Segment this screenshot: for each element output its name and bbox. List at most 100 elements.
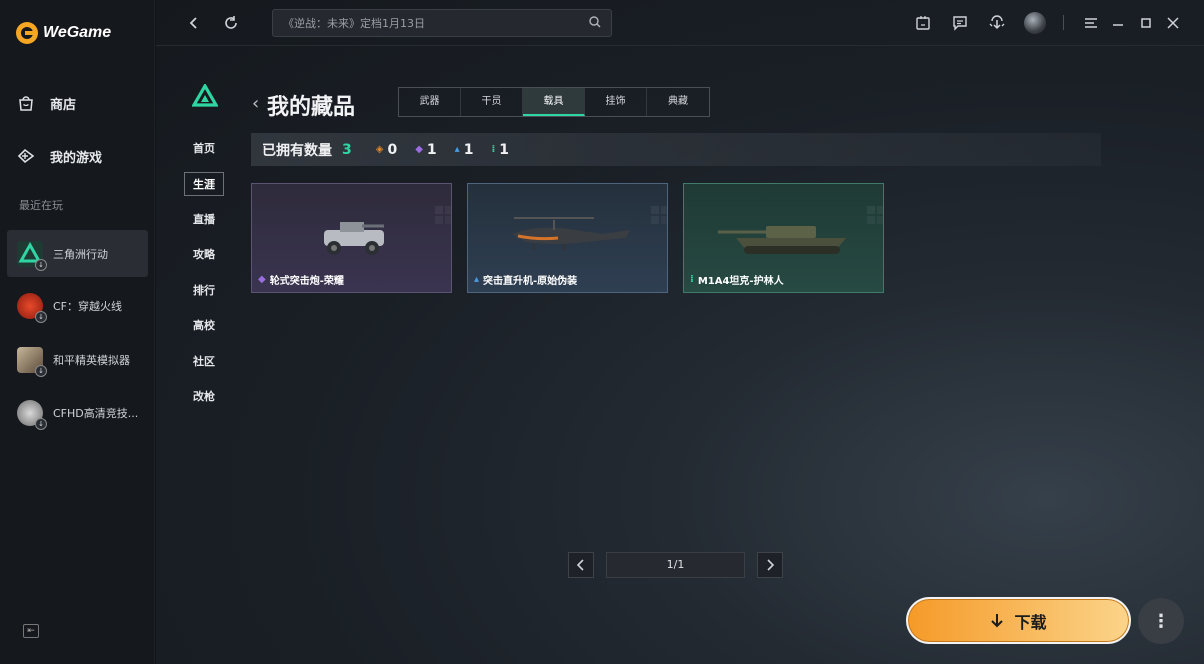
tab-vehicles[interactable]: 载具 bbox=[523, 88, 585, 116]
collection-card-m1a4-tank[interactable]: ⁞ M1A4坦克-护林人 bbox=[683, 183, 884, 293]
sidebar: WeGame 商店 我的游戏 最近在玩 ↓ 三角洲行动 ↓ CF：穿越火线 ↓ … bbox=[0, 0, 155, 664]
rarity-count-gold: ◈ 0 bbox=[376, 142, 397, 158]
game-controller-icon bbox=[16, 146, 36, 166]
page-indicator: 1/1 bbox=[606, 552, 745, 578]
card-decoration bbox=[867, 206, 875, 214]
subnav-item-ranking[interactable]: 排行 bbox=[184, 282, 224, 298]
collapse-sidebar-icon[interactable]: ⇤ bbox=[23, 624, 39, 638]
recent-section-title: 最近在玩 bbox=[19, 199, 63, 212]
close-icon[interactable] bbox=[1164, 14, 1182, 32]
page-title: 我的藏品 bbox=[267, 95, 356, 120]
recent-game-label: CFHD高清竞技... bbox=[53, 406, 139, 420]
owned-count: 3 bbox=[342, 141, 352, 158]
rarity-count-blue: ▴ 1 bbox=[455, 142, 474, 158]
owned-label: 已拥有数量 bbox=[262, 142, 332, 159]
cfhd-game-icon: ↓ bbox=[17, 399, 47, 430]
more-vertical-icon: ⋮ bbox=[1152, 610, 1170, 632]
wegame-window: WeGame 商店 我的游戏 最近在玩 ↓ 三角洲行动 ↓ CF：穿越火线 ↓ … bbox=[0, 0, 1204, 664]
tab-collectibles[interactable]: 典藏 bbox=[647, 88, 709, 116]
assault-helicopter-icon bbox=[512, 217, 630, 250]
shop-bag-icon bbox=[16, 93, 36, 113]
peace-elite-game-icon: ↓ bbox=[17, 346, 47, 377]
sidebar-item-my-games[interactable]: 我的游戏 bbox=[16, 146, 102, 166]
card-decoration bbox=[651, 206, 659, 214]
user-avatar[interactable] bbox=[1024, 12, 1046, 34]
main-content: 《逆战：未来》定档1月13日 首页 生涯 直播 攻略 排行 高校 社区 改枪 ‹… bbox=[156, 0, 1204, 664]
recent-game-delta-force[interactable]: ↓ 三角洲行动 bbox=[7, 230, 148, 277]
divider bbox=[1063, 15, 1064, 30]
sidebar-item-shop[interactable]: 商店 bbox=[16, 93, 76, 113]
chat-icon[interactable] bbox=[951, 14, 969, 32]
back-arrow-icon[interactable] bbox=[184, 13, 204, 33]
collection-card-assault-helicopter[interactable]: ▴ 突击直升机-原始伪装 bbox=[467, 183, 668, 293]
collection-tabs: 武器 干员 载具 挂饰 典藏 bbox=[398, 87, 710, 117]
rarity-count-value: 1 bbox=[463, 141, 474, 158]
subnav-item-college[interactable]: 高校 bbox=[184, 317, 224, 333]
rarity-count-purple: ◆ 1 bbox=[415, 142, 436, 158]
rarity-purple-icon: ◆ bbox=[258, 274, 266, 285]
m1a4-tank-icon bbox=[718, 226, 846, 254]
menu-icon[interactable] bbox=[1082, 14, 1100, 32]
card-label: ⁞ M1A4坦克-护林人 bbox=[690, 272, 784, 287]
rarity-gold-icon: ◈ bbox=[375, 144, 384, 155]
delta-force-logo-icon[interactable] bbox=[191, 82, 219, 108]
recent-game-cf[interactable]: ↓ CF：穿越火线 bbox=[7, 282, 148, 329]
download-button[interactable]: 下载 bbox=[906, 597, 1131, 644]
sidebar-item-label: 我的游戏 bbox=[50, 150, 103, 166]
tab-weapons[interactable]: 武器 bbox=[399, 88, 461, 116]
refresh-icon[interactable] bbox=[221, 13, 241, 33]
top-bar: 《逆战：未来》定档1月13日 bbox=[156, 0, 1204, 46]
rarity-count-value: 1 bbox=[499, 141, 509, 158]
card-name: 突击直升机-原始伪装 bbox=[483, 276, 578, 287]
search-input[interactable]: 《逆战：未来》定档1月13日 bbox=[272, 9, 612, 37]
maximize-icon[interactable] bbox=[1137, 14, 1155, 32]
minimize-icon[interactable] bbox=[1109, 14, 1127, 32]
more-options-button[interactable]: ⋮ bbox=[1138, 598, 1184, 644]
subnav-item-live[interactable]: 直播 bbox=[184, 211, 224, 227]
message-box-icon[interactable] bbox=[914, 14, 932, 32]
rarity-blue-icon: ▴ bbox=[474, 274, 480, 285]
rarity-count-green: ⁞ 1 bbox=[491, 142, 509, 158]
download-button-label: 下载 bbox=[1014, 612, 1047, 632]
prev-page-button[interactable] bbox=[568, 552, 594, 578]
next-page-button[interactable] bbox=[757, 552, 783, 578]
rarity-blue-icon: ▴ bbox=[454, 144, 460, 155]
download-badge-icon: ↓ bbox=[35, 310, 47, 323]
cf-game-icon: ↓ bbox=[17, 292, 47, 323]
wegame-logo[interactable]: WeGame bbox=[16, 22, 111, 44]
card-name: 轮式突击炮-荣耀 bbox=[269, 276, 344, 287]
search-icon[interactable] bbox=[589, 15, 601, 31]
rarity-green-icon: ⁞ bbox=[491, 144, 496, 155]
subnav-item-guide[interactable]: 攻略 bbox=[184, 246, 224, 262]
recent-game-peace-elite[interactable]: ↓ 和平精英模拟器 bbox=[7, 336, 148, 383]
recent-game-label: 和平精英模拟器 bbox=[53, 353, 130, 367]
collection-card-wheeled-assault-gun[interactable]: ◆ 轮式突击炮-荣耀 bbox=[251, 183, 452, 293]
search-placeholder: 《逆战：未来》定档1月13日 bbox=[283, 17, 425, 30]
sidebar-item-label: 商店 bbox=[50, 97, 77, 113]
recent-game-cfhd[interactable]: ↓ CFHD高清竞技... bbox=[7, 389, 148, 436]
wheeled-assault-gun-icon bbox=[324, 222, 384, 255]
rarity-green-icon: ⁞ bbox=[690, 274, 694, 285]
logo-text: WeGame bbox=[43, 24, 112, 41]
subnav-item-community[interactable]: 社区 bbox=[184, 353, 224, 369]
recent-game-label: 三角洲行动 bbox=[53, 247, 108, 261]
rarity-count-value: 1 bbox=[426, 141, 437, 158]
chevron-right-icon bbox=[767, 559, 775, 571]
subnav-item-career[interactable]: 生涯 bbox=[184, 172, 224, 196]
download-arrow-icon bbox=[991, 613, 1004, 627]
subnav-item-gun-mod[interactable]: 改枪 bbox=[184, 388, 224, 404]
card-name: M1A4坦克-护林人 bbox=[697, 276, 784, 287]
subnav-item-home[interactable]: 首页 bbox=[184, 140, 224, 156]
rarity-count-value: 0 bbox=[387, 141, 398, 158]
delta-force-game-icon: ↓ bbox=[17, 240, 47, 271]
chevron-left-icon bbox=[576, 559, 584, 571]
tab-operators[interactable]: 干员 bbox=[461, 88, 523, 116]
card-label: ▴ 突击直升机-原始伪装 bbox=[474, 272, 577, 287]
card-label: ◆ 轮式突击炮-荣耀 bbox=[258, 272, 344, 287]
collection-back-icon[interactable]: ‹ bbox=[252, 93, 259, 114]
tab-pendants[interactable]: 挂饰 bbox=[585, 88, 647, 116]
download-manager-icon[interactable] bbox=[988, 14, 1006, 32]
download-badge-icon: ↓ bbox=[35, 417, 47, 430]
download-badge-icon: ↓ bbox=[35, 364, 47, 377]
rarity-purple-icon: ◆ bbox=[415, 144, 423, 155]
